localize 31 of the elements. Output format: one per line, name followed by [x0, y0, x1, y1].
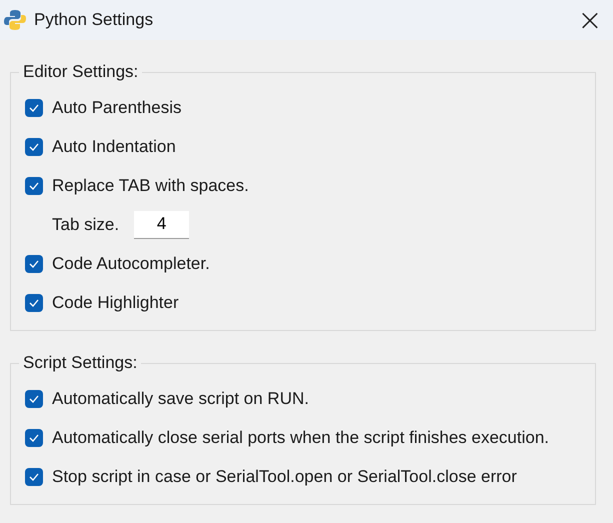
- check-icon: [29, 394, 39, 402]
- tab-size-field[interactable]: 4: [134, 210, 190, 238]
- check-icon: [29, 104, 39, 112]
- checkbox-label: Automatically save script on RUN.: [52, 388, 309, 408]
- group-title: Script Settings:: [22, 353, 138, 373]
- checkbox-label: Stop script in case or SerialTool.open or SerialTool.close error: [52, 466, 517, 486]
- checkbox-label: Auto Indentation: [52, 136, 176, 156]
- snake-logo-icon: [4, 9, 26, 31]
- field-label: Tab size.: [52, 214, 120, 234]
- checkbox[interactable]: [25, 428, 43, 446]
- check-icon: [29, 434, 39, 442]
- checkbox[interactable]: [25, 468, 43, 486]
- check-icon: [29, 142, 39, 150]
- close-button[interactable]: ×: [567, 0, 613, 40]
- check-icon: [29, 298, 39, 306]
- checkbox-label: Code Autocompleter.: [52, 254, 210, 274]
- checkbox[interactable]: [25, 294, 43, 312]
- checkbox[interactable]: [25, 254, 43, 272]
- checkbox-label: Automatically close serial ports when the script finishes execution.: [52, 428, 550, 448]
- checkbox[interactable]: [25, 390, 43, 408]
- checkbox-label: Auto Parenthesis: [52, 98, 182, 118]
- check-icon: [29, 472, 39, 480]
- check-icon: [29, 182, 39, 190]
- checkbox[interactable]: [25, 138, 43, 156]
- checkbox-label: Code Highlighter: [52, 292, 179, 312]
- checkbox-label: Replace TAB with spaces.: [52, 176, 249, 196]
- check-icon: [29, 260, 39, 268]
- checkbox[interactable]: [25, 176, 43, 194]
- group-title: Editor Settings:: [22, 62, 140, 82]
- checkbox[interactable]: [25, 98, 43, 116]
- window-title: Python Settings: [34, 10, 154, 30]
